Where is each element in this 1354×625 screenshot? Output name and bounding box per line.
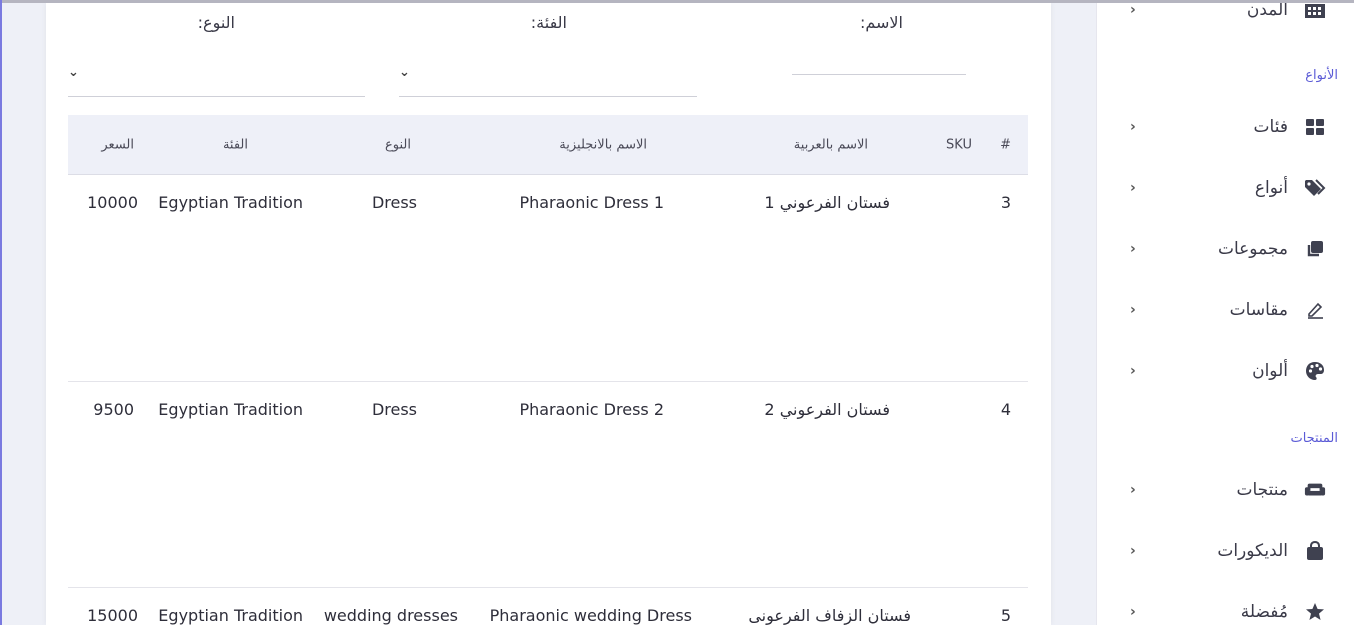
category-chevron-down-icon[interactable]: ⌄: [399, 65, 410, 80]
sidebar-item-label: الديكورات: [1217, 541, 1288, 561]
sidebar-item-label: مجموعات: [1217, 239, 1288, 259]
section-title-products: المنتجات: [1290, 431, 1338, 446]
row-name-ar: فستان الفرعوني 2: [764, 400, 890, 419]
city-icon: [1304, 3, 1326, 20]
row-price: 15000: [87, 606, 138, 625]
header-name-en: الاسم بالانجليزية: [559, 137, 647, 152]
sidebar-item-cities[interactable]: المدن ‹: [1097, 3, 1354, 30]
table-header: # SKU الاسم بالعربية الاسم بالانجليزية ا…: [68, 115, 1028, 175]
chevron-left-icon: ‹: [1130, 119, 1136, 135]
name-filter-input[interactable]: [792, 74, 966, 75]
sidebar-item-types[interactable]: أنواع ‹: [1097, 168, 1354, 208]
category-filter-select[interactable]: [399, 96, 697, 97]
sidebar-item-label: مقاسات: [1229, 300, 1288, 320]
row-index: 5: [1000, 606, 1011, 625]
chevron-left-icon: ‹: [1130, 482, 1136, 498]
row-divider: [68, 587, 1028, 588]
header-type: النوع: [385, 137, 411, 152]
sidebar-item-products[interactable]: منتجات ‹: [1097, 470, 1354, 510]
category-filter-label: الفئة:: [530, 13, 567, 32]
chevron-left-icon: ‹: [1130, 241, 1136, 257]
chevron-left-icon: ‹: [1130, 604, 1136, 620]
sidebar-item-sizes[interactable]: مقاسات ‹: [1097, 290, 1354, 330]
row-name-ar: فستان الفرعوني 1: [764, 193, 890, 212]
header-price: السعر: [101, 137, 134, 152]
header-sku: SKU: [946, 137, 972, 152]
sidebar-item-label: فئات: [1253, 117, 1288, 137]
row-index: 4: [1000, 400, 1011, 419]
couch-icon: [1304, 480, 1326, 500]
sidebar-item-label: ألوان: [1252, 361, 1288, 381]
sidebar-item-label: مُفضلة: [1240, 602, 1288, 622]
window-left-border: [0, 0, 2, 625]
grid-icon: [1304, 117, 1326, 137]
sidebar-item-collections[interactable]: مجموعات ‹: [1097, 229, 1354, 269]
sidebar-item-categories[interactable]: فئات ‹: [1097, 107, 1354, 147]
window-top-border: [0, 0, 1354, 3]
chevron-left-icon: ‹: [1130, 3, 1136, 18]
chevron-left-icon: ‹: [1130, 302, 1136, 318]
row-name-en: Pharaonic Dress 1: [519, 193, 664, 212]
sidebar-item-favorites[interactable]: مُفضلة ‹: [1097, 592, 1354, 625]
sidebar-item-colors[interactable]: ألوان ‹: [1097, 351, 1354, 391]
sidebar-item-decorations[interactable]: الديكورات ‹: [1097, 531, 1354, 571]
chevron-left-icon: ‹: [1130, 543, 1136, 559]
pencil-icon: [1304, 300, 1326, 320]
sidebar: المدن ‹ الأنواع فئات ‹ أنواع ‹ مجموعات ‹…: [1096, 3, 1354, 625]
row-divider: [68, 381, 1028, 382]
header-category: الفئة: [222, 137, 248, 152]
row-category: Egyptian Tradition: [158, 400, 303, 419]
sidebar-item-label: أنواع: [1254, 178, 1288, 198]
sidebar-item-label: منتجات: [1236, 480, 1288, 500]
chevron-left-icon: ‹: [1130, 180, 1136, 196]
chevron-left-icon: ‹: [1130, 363, 1136, 379]
type-filter-select[interactable]: [68, 96, 365, 97]
tags-icon: [1304, 178, 1326, 198]
row-name-ar: فستان الزفاف الفرعونى: [748, 606, 911, 625]
row-price: 9500: [93, 400, 134, 419]
palette-icon: [1304, 361, 1326, 381]
row-name-en: Pharaonic Dress 2: [519, 400, 664, 419]
name-filter-label: الاسم:: [859, 13, 903, 32]
star-icon: [1304, 602, 1326, 622]
type-filter-label: النوع:: [197, 13, 235, 32]
products-card: الاسم: الفئة: ⌄ النوع: ⌄ # SKU الاسم بال…: [46, 3, 1051, 625]
header-index: #: [1000, 137, 1011, 152]
type-chevron-down-icon[interactable]: ⌄: [68, 65, 79, 80]
row-type: Dress: [371, 193, 417, 212]
row-category: Egyptian Tradition: [158, 193, 303, 212]
row-type: Dress: [371, 400, 417, 419]
row-category: Egyptian Tradition: [158, 606, 303, 625]
bag-icon: [1304, 541, 1326, 561]
header-name-ar: الاسم بالعربية: [793, 137, 868, 152]
row-price: 10000: [87, 193, 138, 212]
sidebar-item-label: المدن: [1246, 3, 1288, 20]
section-title-types: الأنواع: [1305, 68, 1338, 83]
row-type: wedding dresses: [323, 606, 458, 625]
clone-icon: [1304, 239, 1326, 259]
row-name-en: Pharaonic wedding Dress: [489, 606, 692, 625]
row-index: 3: [1000, 193, 1011, 212]
